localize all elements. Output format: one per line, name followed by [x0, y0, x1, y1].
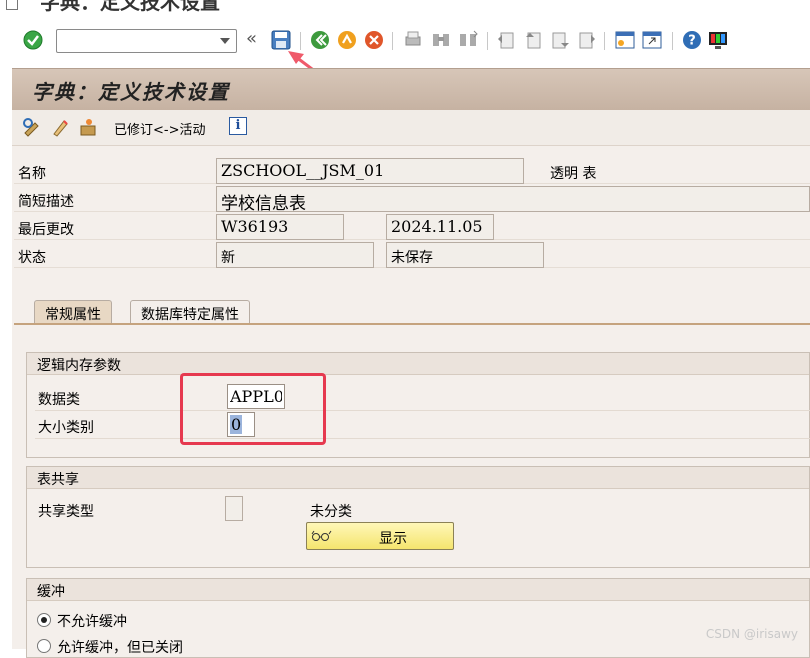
shortcut-icon[interactable] [641, 29, 663, 51]
show-button-label: 显示 [379, 530, 407, 546]
standard-toolbar: « ? [0, 22, 810, 60]
last-changed-row: 最后更改 W36193 2024.11.05 [14, 214, 810, 240]
table-sharing-group: 表共享 共享类型 未分类 显示 [26, 466, 810, 568]
annotation-highlight-box [180, 373, 326, 445]
cancel-icon[interactable] [363, 29, 385, 51]
table-sharing-title: 表共享 [27, 467, 809, 489]
show-button[interactable]: 显示 [306, 522, 454, 550]
tab-db-specific-attributes[interactable]: 数据库特定属性 [130, 300, 250, 324]
next-page-icon[interactable] [549, 29, 571, 51]
logical-storage-title: 逻辑内存参数 [27, 353, 809, 375]
name-row: 名称 ZSCHOOL__JSM_01 透明 表 [14, 158, 810, 184]
short-description-row: 简短描述 学校信息表 [14, 186, 810, 212]
double-left-chevron-icon[interactable]: « [246, 28, 268, 50]
buffering-not-allowed-label: 不允许缓冲 [57, 614, 127, 630]
buffering-title: 缓冲 [27, 579, 809, 601]
find-next-icon[interactable] [457, 29, 479, 51]
logical-storage-group: 逻辑内存参数 数据类 大小类别 0 [26, 352, 810, 458]
name-label: 名称 [18, 166, 46, 182]
data-class-row: 数据类 [35, 383, 810, 411]
svg-text:?: ? [688, 34, 696, 49]
radio-buffering-not-allowed[interactable] [37, 613, 51, 627]
revised-active-toggle-label[interactable]: 已修订<->活动 [114, 119, 205, 138]
sharing-type-label: 共享类型 [38, 504, 94, 520]
activate-icon[interactable] [78, 117, 98, 137]
customize-layout-icon[interactable] [707, 29, 729, 51]
last-changed-user-field: W36193 [216, 214, 344, 240]
last-changed-date-field: 2024.11.05 [386, 214, 494, 240]
size-category-label: 大小类别 [38, 420, 94, 436]
new-session-icon[interactable] [614, 29, 636, 51]
short-description-label: 简短描述 [18, 194, 74, 210]
command-input[interactable] [59, 32, 209, 50]
glasses-icon [311, 530, 332, 541]
toolbar-separator [487, 32, 488, 50]
table-category-text: 透明 表 [550, 166, 597, 182]
toolbar-separator [604, 32, 605, 50]
sharing-type-row: 共享类型 未分类 [35, 495, 810, 523]
screen-header: 字典：定义技术设置 [12, 68, 810, 110]
page-title: 字典：定义技术设置 [32, 80, 230, 104]
toolbar-separator [672, 32, 673, 50]
document-icon [6, 0, 18, 10]
table-name-field: ZSCHOOL__JSM_01 [216, 158, 524, 184]
sharing-type-field[interactable] [225, 496, 243, 521]
buffering-group: 缓冲 不允许缓冲 允许缓冲，但已关闭 [26, 578, 810, 658]
print-icon[interactable] [402, 29, 424, 51]
toolbar-separator [392, 32, 393, 50]
previous-page-icon[interactable] [522, 29, 544, 51]
status-label: 状态 [18, 250, 46, 266]
unclassified-text: 未分类 [310, 504, 352, 520]
pencil-icon[interactable] [50, 117, 70, 137]
short-description-field: 学校信息表 [216, 186, 810, 212]
help-icon[interactable]: ? [681, 29, 703, 51]
chevron-down-icon[interactable] [220, 38, 230, 44]
size-category-row: 大小类别 0 [35, 411, 810, 439]
enter-check-icon[interactable] [22, 29, 44, 51]
data-class-label: 数据类 [38, 392, 80, 408]
first-page-icon[interactable] [495, 29, 517, 51]
watermark: CSDN @irisawy [705, 627, 798, 641]
window-title: 字典：定义技术设置 [40, 0, 220, 14]
status-field: 新 [216, 242, 374, 268]
command-field[interactable] [56, 29, 237, 53]
tab-general-attributes[interactable]: 常规属性 [34, 300, 112, 324]
last-changed-label: 最后更改 [18, 222, 74, 238]
info-icon[interactable]: i [229, 117, 247, 135]
last-page-icon[interactable] [576, 29, 598, 51]
find-icon[interactable] [430, 29, 452, 51]
radio-buffering-allowed-off[interactable] [37, 639, 51, 653]
buffering-allowed-off-label: 允许缓冲，但已关闭 [57, 640, 183, 656]
status-row: 状态 新 未保存 [14, 242, 810, 268]
display-change-icon[interactable] [22, 117, 42, 137]
save-status-field: 未保存 [386, 242, 544, 268]
window-title-bar: 字典：定义技术设置 [0, 0, 810, 14]
application-toolbar: 已修订<->活动 i [12, 110, 810, 146]
